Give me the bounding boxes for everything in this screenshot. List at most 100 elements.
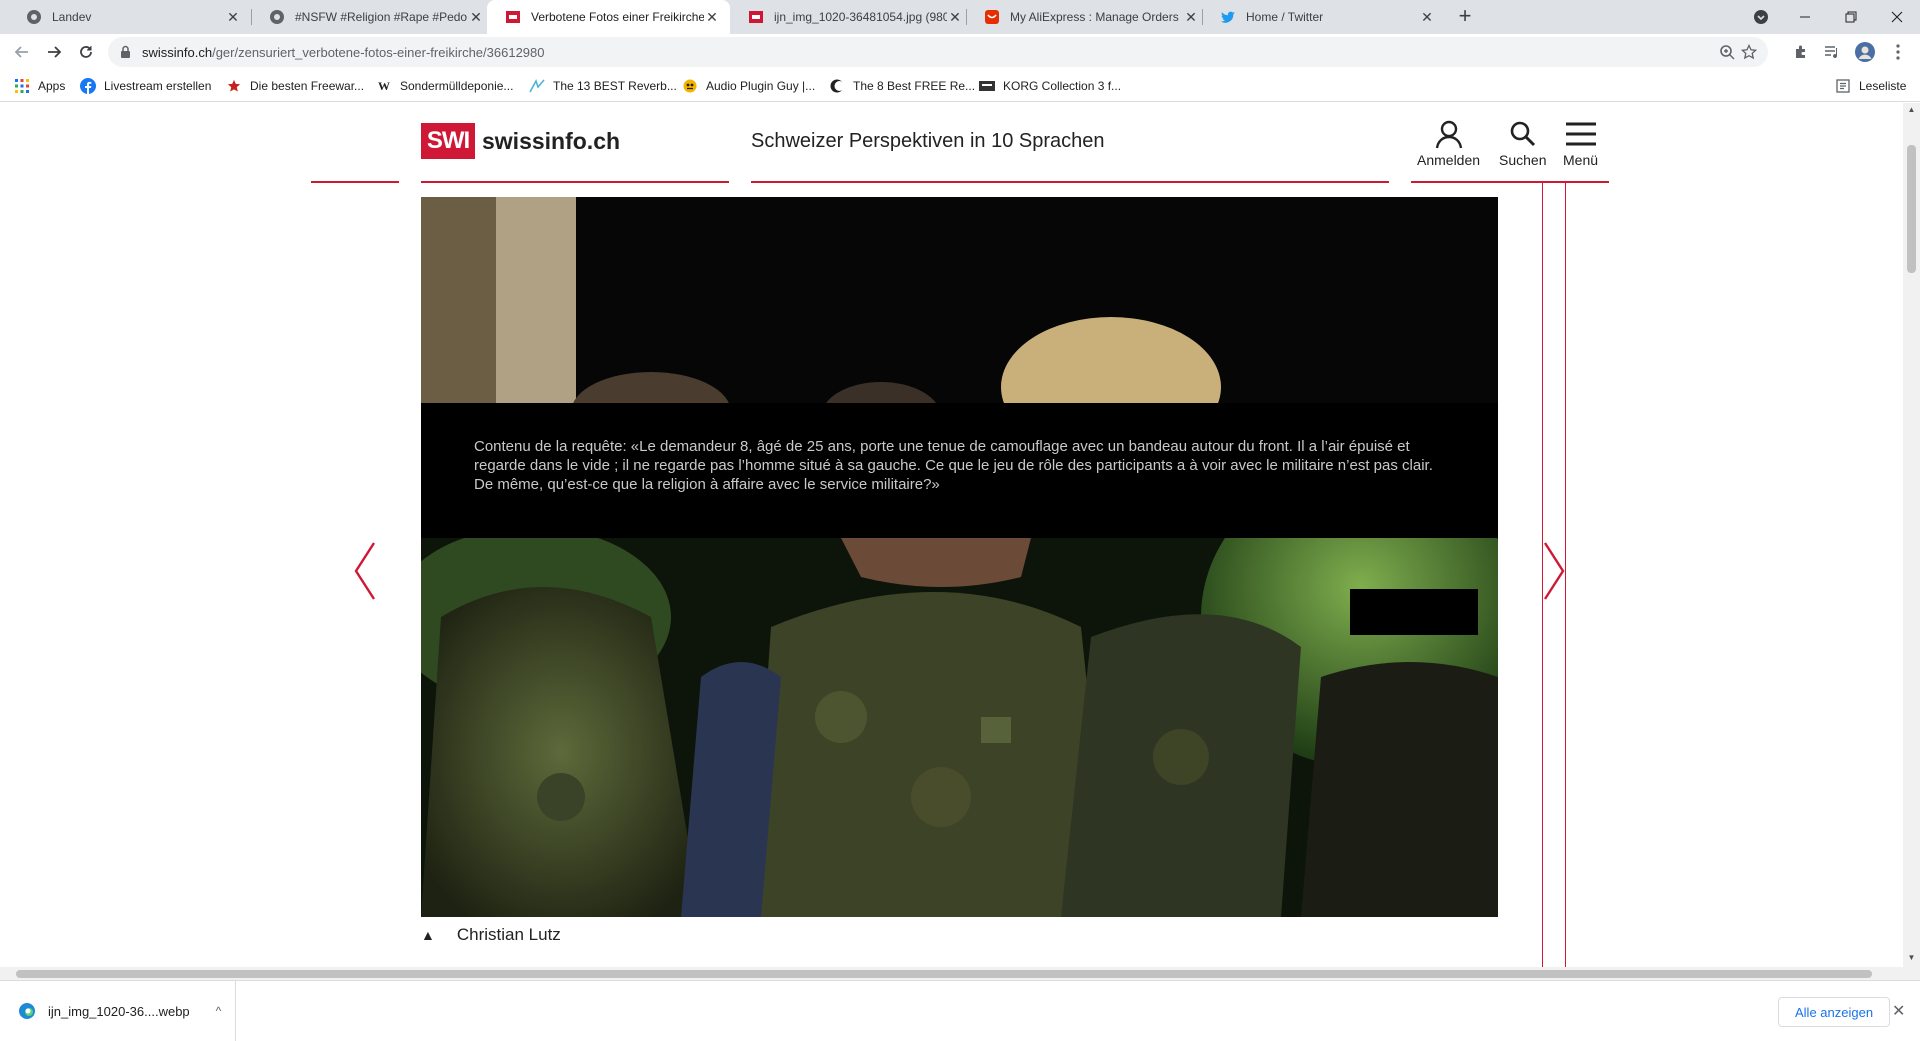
tab-title: My AliExpress : Manage Orders	[1010, 10, 1179, 24]
header-rule	[751, 181, 1389, 183]
swi-icon	[505, 9, 521, 25]
extensions-icon[interactable]	[1791, 42, 1811, 62]
horizontal-scrollbar[interactable]	[0, 967, 1920, 980]
site-tagline: Schweizer Perspektiven in 10 Sprachen	[751, 130, 1105, 152]
bookmark-label: KORG Collection 3 f...	[1003, 79, 1122, 93]
gallery-photo[interactable]: Contenu de la requête: «Le demandeur 8, …	[421, 197, 1498, 917]
bookmark-reverb[interactable]: The 13 BEST Reverb...	[529, 78, 677, 94]
show-all-downloads-button[interactable]: Alle anzeigen	[1778, 997, 1891, 1027]
tab-search-icon[interactable]	[1738, 0, 1784, 34]
gallery-next-arrow-icon[interactable]	[1541, 541, 1567, 606]
minimize-icon[interactable]	[1782, 0, 1828, 34]
scrollbar-thumb[interactable]	[16, 970, 1872, 978]
download-item[interactable]: ijn_img_1020-36....webp ^	[0, 981, 236, 1041]
reading-list[interactable]: Leseliste	[1835, 78, 1906, 94]
lock-icon[interactable]	[120, 45, 131, 64]
url-host: swissinfo.ch	[142, 45, 213, 60]
download-bar: ijn_img_1020-36....webp ^ Alle anzeigen …	[0, 980, 1920, 1041]
apps-grid-icon	[14, 78, 30, 94]
menu-label: Menü	[1563, 152, 1599, 168]
bookmark-korg[interactable]: KORG Collection 3 f...	[979, 78, 1121, 94]
login-label: Anmelden	[1417, 152, 1481, 168]
tab-close-icon[interactable]: ✕	[1183, 9, 1199, 25]
censor-block	[1350, 589, 1478, 635]
caption-toggle-icon[interactable]: ▲	[421, 927, 435, 943]
close-window-icon[interactable]	[1874, 0, 1920, 34]
tab-close-icon[interactable]: ✕	[468, 9, 484, 25]
bookmark-label: Audio Plugin Guy |...	[706, 79, 816, 93]
tab-nsfw[interactable]: #NSFW #Religion #Rape #Pedo # ✕	[251, 0, 494, 34]
zoom-icon[interactable]	[1718, 43, 1736, 61]
close-download-bar-icon[interactable]: ✕	[1892, 1001, 1905, 1021]
gear-icon	[26, 9, 42, 25]
scrollbar-thumb[interactable]	[1907, 145, 1916, 273]
menu-button[interactable]: Menü	[1563, 119, 1598, 168]
kebab-menu-icon[interactable]	[1888, 42, 1908, 62]
tab-image[interactable]: ijn_img_1020-36481054.jpg (980 ✕	[730, 0, 973, 34]
search-label: Suchen	[1499, 152, 1547, 168]
swi-logo[interactable]: SWI swissinfo.ch	[421, 123, 620, 159]
logo-text: swissinfo.ch	[482, 127, 621, 154]
star-icon	[226, 78, 242, 94]
bookmark-livestream[interactable]: Livestream erstellen	[80, 78, 211, 94]
censor-caption-text: Contenu de la requête: «Le demandeur 8, …	[474, 438, 1433, 493]
tab-title: ijn_img_1020-36481054.jpg (980	[774, 10, 947, 24]
address-bar[interactable]: swissinfo.ch/ger/zensuriert_verbotene-fo…	[108, 37, 1768, 67]
tab-close-icon[interactable]: ✕	[704, 9, 720, 25]
header-rule	[421, 181, 729, 183]
profile-avatar[interactable]	[1855, 42, 1875, 62]
bookmark-label: The 8 Best FREE Re...	[853, 79, 976, 93]
tab-twitter[interactable]: Home / Twitter ✕	[1202, 0, 1445, 34]
bookmark-label: Livestream erstellen	[104, 79, 212, 93]
bookmark-sondermuell[interactable]: W Sondermülldeponie...	[376, 78, 513, 94]
back-arrow-icon[interactable]	[8, 38, 36, 66]
scroll-down-icon[interactable]: ▼	[1903, 953, 1920, 962]
vertical-scrollbar[interactable]: ▲ ▼	[1903, 103, 1920, 967]
audio-plugin-icon	[682, 78, 698, 94]
tab-title: #NSFW #Religion #Rape #Pedo #	[295, 10, 468, 24]
moon-icon	[829, 78, 845, 94]
forward-arrow-icon[interactable]	[40, 38, 68, 66]
reading-list-label: Leseliste	[1859, 79, 1907, 93]
tab-title: Landev	[52, 10, 92, 24]
hamburger-menu-icon	[1565, 122, 1596, 146]
reload-icon[interactable]	[72, 38, 100, 66]
browser-toolbar: swissinfo.ch/ger/zensuriert_verbotene-fo…	[0, 34, 1920, 70]
tab-verbotene-fotos[interactable]: Verbotene Fotos einer Freikirche ✕	[487, 0, 730, 34]
media-control-icon[interactable]	[1822, 42, 1842, 62]
bookmark-freeware[interactable]: Die besten Freewar...	[226, 78, 364, 94]
korg-icon	[979, 78, 995, 94]
bookmark-best-free[interactable]: The 8 Best FREE Re...	[829, 78, 975, 94]
tab-close-icon[interactable]: ✕	[947, 9, 963, 25]
login-button[interactable]: Anmelden	[1417, 119, 1480, 168]
page-viewport: SWI swissinfo.ch Schweizer Perspektiven …	[0, 103, 1903, 967]
tab-landev[interactable]: Landev ✕	[8, 0, 251, 34]
gear-icon	[269, 9, 285, 25]
bookmark-star-icon[interactable]	[1740, 43, 1758, 61]
photo-caption[interactable]: ▲ Christian Lutz	[421, 925, 561, 945]
plugin-icon	[529, 78, 545, 94]
reading-list-icon	[1835, 78, 1851, 94]
url-text: swissinfo.ch/ger/zensuriert_verbotene-fo…	[142, 45, 545, 60]
header-rule	[1411, 181, 1609, 183]
bookmark-label: Sondermülldeponie...	[400, 79, 514, 93]
bookmark-label: The 13 BEST Reverb...	[553, 79, 677, 93]
search-button[interactable]: Suchen	[1499, 119, 1546, 168]
new-tab-button[interactable]: +	[1453, 5, 1477, 29]
tab-aliexpress[interactable]: My AliExpress : Manage Orders ✕	[966, 0, 1209, 34]
bookmark-label: Die besten Freewar...	[250, 79, 365, 93]
tab-close-icon[interactable]: ✕	[225, 9, 241, 25]
bookmark-apps[interactable]: Apps	[14, 78, 65, 94]
bookmark-audio-plugin-guy[interactable]: Audio Plugin Guy |...	[682, 78, 815, 94]
bookmark-label: Apps	[38, 79, 66, 93]
chevron-up-icon[interactable]: ^	[216, 1004, 222, 1018]
tab-title: Verbotene Fotos einer Freikirche	[531, 10, 704, 24]
tab-close-icon[interactable]: ✕	[1419, 9, 1435, 25]
photo-credit: Christian Lutz	[456, 925, 561, 944]
tab-strip: Landev ✕ #NSFW #Religion #Rape #Pedo # ✕…	[0, 0, 1920, 34]
aliexpress-icon	[984, 9, 1000, 25]
restore-icon[interactable]	[1828, 0, 1874, 34]
bookmarks-bar: Apps Livestream erstellen Die besten Fre…	[0, 70, 1920, 102]
gallery-prev-arrow-icon[interactable]	[352, 541, 378, 606]
scroll-up-icon[interactable]: ▲	[1903, 105, 1920, 114]
